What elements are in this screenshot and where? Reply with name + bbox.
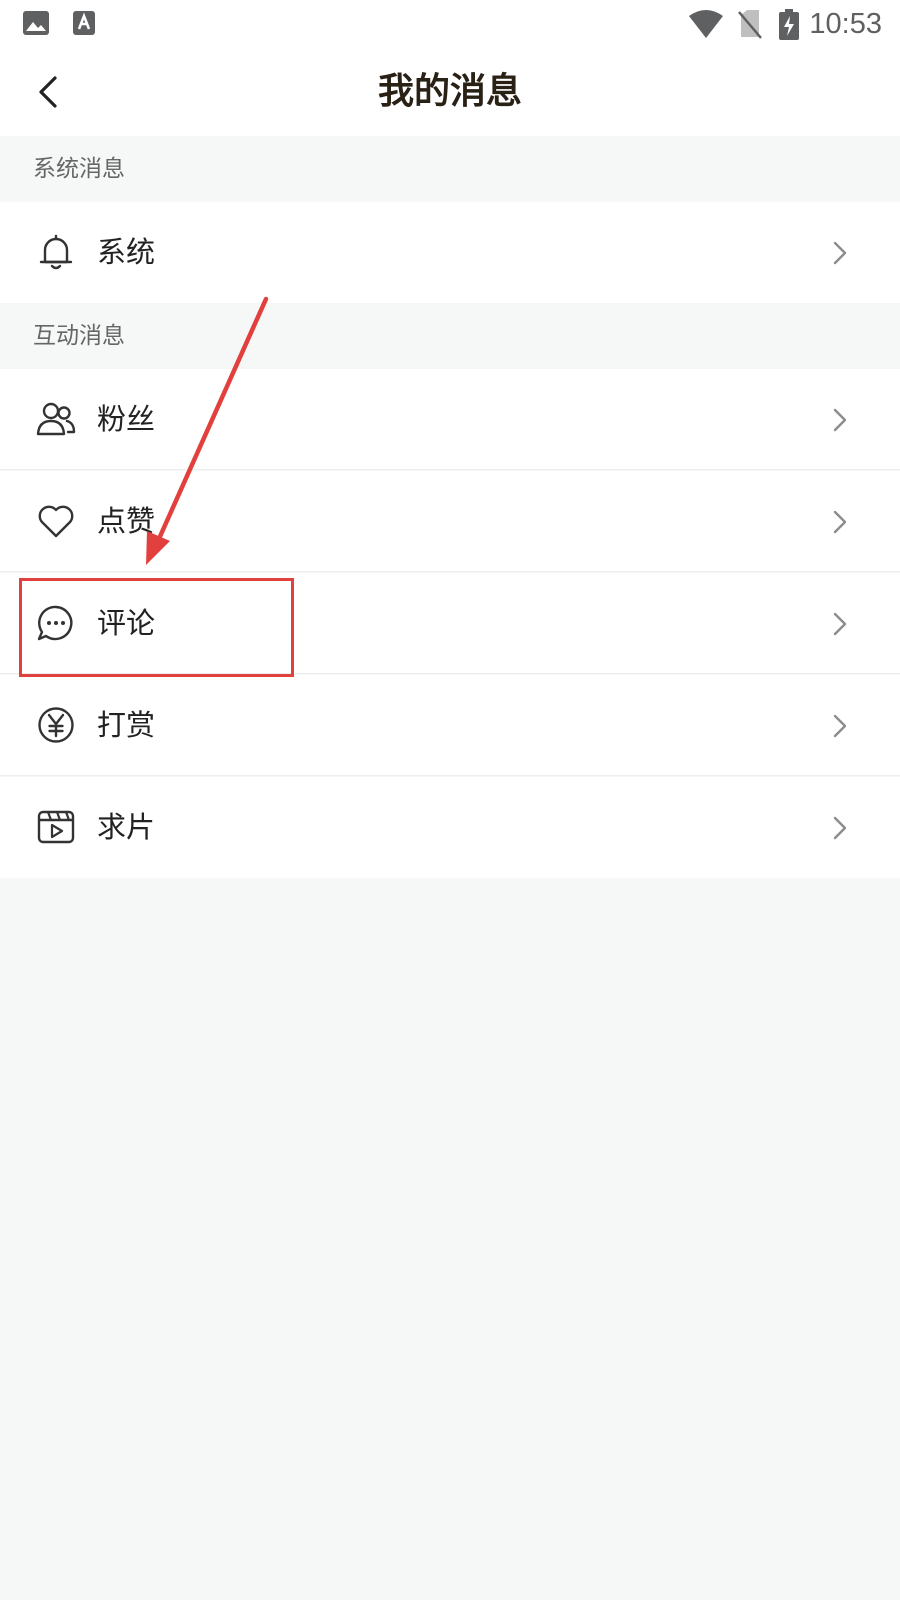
list-item-label: 系统 — [97, 235, 156, 269]
chevron-right-icon — [833, 816, 847, 840]
list-item-fans[interactable]: 粉丝 — [0, 369, 900, 470]
list-item-label: 粉丝 — [97, 402, 156, 436]
heart-icon — [38, 505, 74, 538]
chevron-right-icon — [833, 510, 847, 534]
list-item-label: 点赞 — [97, 504, 156, 538]
chevron-right-icon — [833, 714, 847, 738]
battery-charging-icon — [779, 9, 799, 40]
page-title: 我的消息 — [377, 71, 522, 112]
section-header-interaction: 互动消息 — [0, 303, 900, 369]
status-bar: 10:53 — [0, 0, 900, 48]
list-item-likes[interactable]: 点赞 — [0, 471, 900, 572]
yen-coin-icon — [38, 707, 74, 743]
back-button[interactable] — [24, 68, 72, 116]
chevron-right-icon — [833, 241, 847, 265]
nav-bar: 我的消息 — [0, 48, 900, 136]
section-title: 互动消息 — [33, 323, 125, 349]
wifi-icon — [689, 10, 723, 38]
video-request-icon — [37, 810, 75, 844]
chevron-left-icon — [39, 76, 57, 108]
chevron-right-icon — [833, 612, 847, 636]
list-item-video-requests[interactable]: 求片 — [0, 777, 900, 878]
no-sim-icon — [738, 10, 762, 39]
list-item-comments[interactable]: 评论 — [0, 573, 900, 674]
status-time: 10:53 — [809, 8, 882, 40]
section-header-system: 系统消息 — [0, 136, 900, 202]
list-item-rewards[interactable]: 打赏 — [0, 675, 900, 776]
list-item-label: 打赏 — [97, 708, 156, 742]
comment-icon — [37, 605, 73, 641]
text-a-icon — [73, 11, 95, 35]
bell-icon — [39, 234, 73, 270]
list-item-label: 求片 — [97, 810, 156, 844]
chevron-right-icon — [833, 408, 847, 432]
list-item-system[interactable]: 系统 — [0, 202, 900, 303]
image-icon — [23, 11, 49, 35]
section-title: 系统消息 — [33, 156, 125, 182]
users-icon — [36, 402, 76, 436]
list-item-label: 评论 — [97, 606, 156, 640]
